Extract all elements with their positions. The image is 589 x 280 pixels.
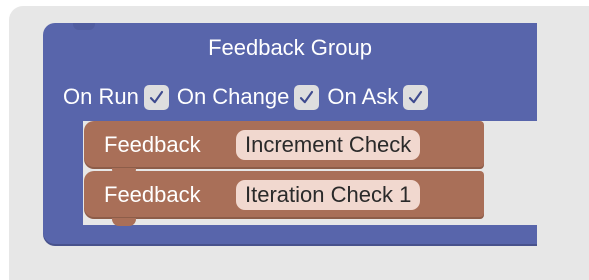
block-notch (112, 218, 136, 226)
on-change-label: On Change (176, 84, 290, 109)
feedback-block-increment-check[interactable]: Feedback Increment Check (84, 121, 484, 176)
option-on-change: On Change (177, 84, 320, 110)
feedback-name-field[interactable]: Iteration Check 1 (236, 180, 421, 210)
group-title: Feedback Group (208, 35, 372, 60)
group-block-notch (73, 23, 95, 30)
group-options-row: On Run On Change On Ask (63, 82, 436, 112)
option-on-run: On Run (63, 84, 169, 110)
checkmark-icon (409, 90, 423, 103)
on-ask-label: On Ask (327, 84, 399, 109)
feedback-name-field[interactable]: Increment Check (236, 130, 421, 160)
checkmark-icon (300, 90, 314, 103)
feedback-block-iteration-check[interactable]: Feedback Iteration Check 1 (84, 171, 484, 226)
option-on-ask: On Ask (327, 84, 429, 110)
on-run-checkbox[interactable] (143, 84, 169, 110)
feedback-block-label: Feedback (104, 182, 201, 207)
checkmark-icon (149, 90, 163, 103)
blockly-workspace: Feedback Group On Run On Change On Ask F… (0, 0, 589, 280)
on-run-label: On Run (63, 84, 139, 109)
on-ask-checkbox[interactable] (403, 84, 429, 110)
block-notch (112, 168, 136, 176)
feedback-block-label: Feedback (104, 132, 201, 157)
on-change-checkbox[interactable] (294, 84, 320, 110)
